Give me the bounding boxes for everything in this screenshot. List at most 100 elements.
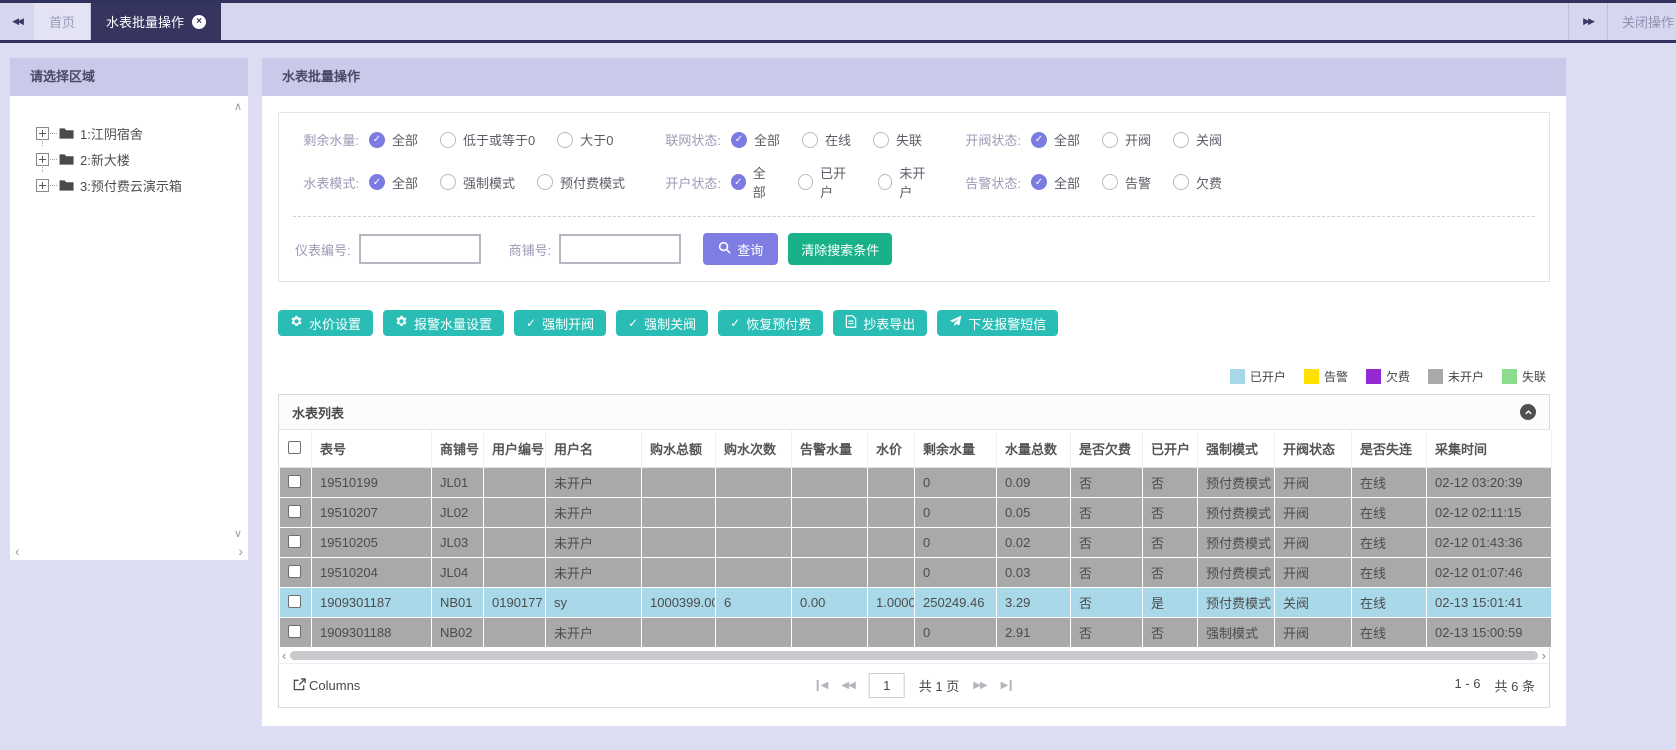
- action-button[interactable]: ✓强制开阀: [514, 310, 606, 336]
- last-page-icon[interactable]: ▶: [1001, 680, 1012, 691]
- column-header[interactable]: 已开户: [1143, 430, 1198, 468]
- radio-option[interactable]: 未开户: [878, 163, 935, 201]
- table-row[interactable]: 19510205JL03未开户00.02否否预付费模式开阀在线02-12 01:…: [280, 528, 1552, 558]
- column-header[interactable]: 水量总数: [997, 430, 1071, 468]
- radio-icon[interactable]: [878, 174, 893, 190]
- radio-option[interactable]: 开阀: [1102, 130, 1151, 149]
- meter-no-input[interactable]: [359, 234, 481, 264]
- radio-icon[interactable]: [557, 132, 573, 148]
- tree-node[interactable]: 3:预付费云演示箱: [36, 172, 248, 198]
- scroll-down-icon[interactable]: ∨: [234, 529, 242, 540]
- radio-option[interactable]: 预付费模式: [537, 173, 625, 192]
- action-button[interactable]: 报警水量设置: [383, 310, 504, 336]
- shop-no-input[interactable]: [559, 234, 681, 264]
- radio-checked-icon[interactable]: ✓: [1031, 174, 1047, 190]
- columns-button[interactable]: Columns: [293, 678, 360, 694]
- action-button[interactable]: 抄表导出: [833, 310, 927, 336]
- column-header[interactable]: 水价: [868, 430, 915, 468]
- radio-option[interactable]: 大于0: [557, 130, 613, 149]
- row-checkbox[interactable]: [288, 535, 301, 548]
- radio-option[interactable]: ✓全部: [731, 163, 776, 201]
- scroll-left-icon[interactable]: ‹: [282, 649, 286, 662]
- radio-icon[interactable]: [440, 132, 456, 148]
- radio-icon[interactable]: [537, 174, 553, 190]
- column-header[interactable]: 购水次数: [716, 430, 792, 468]
- water-price-button[interactable]: 水价设置: [278, 310, 373, 336]
- radio-icon[interactable]: [802, 132, 818, 148]
- radio-icon[interactable]: [1173, 174, 1189, 190]
- radio-icon[interactable]: [1173, 132, 1189, 148]
- radio-icon[interactable]: [1102, 174, 1118, 190]
- tree-node[interactable]: 2:新大楼: [36, 146, 248, 172]
- tab-close-icon[interactable]: ×: [192, 15, 206, 29]
- next-page-icon[interactable]: ▶▶: [973, 680, 986, 691]
- tree-node[interactable]: 1:江阴宿舍: [36, 120, 248, 146]
- select-all-checkbox[interactable]: [288, 441, 301, 454]
- table-row[interactable]: 19510207JL02未开户00.05否否预付费模式开阀在线02-12 02:…: [280, 498, 1552, 528]
- column-header[interactable]: 告警水量: [792, 430, 868, 468]
- column-header[interactable]: 用户名: [546, 430, 642, 468]
- query-button[interactable]: 查询: [703, 233, 778, 265]
- scroll-left-icon[interactable]: ‹: [15, 544, 20, 558]
- table-row[interactable]: 19510199JL01未开户00.09否否预付费模式开阀在线02-12 03:…: [280, 468, 1552, 498]
- column-header[interactable]: 表号: [312, 430, 432, 468]
- radio-option[interactable]: 强制模式: [440, 173, 515, 192]
- column-header[interactable]: 开阀状态: [1275, 430, 1352, 468]
- scrollbar-thumb[interactable]: [290, 651, 1537, 660]
- clear-search-button[interactable]: 清除搜索条件: [788, 233, 892, 265]
- radio-option[interactable]: ✓全部: [1031, 130, 1080, 149]
- radio-option[interactable]: 在线: [802, 130, 851, 149]
- radio-option[interactable]: 低于或等于0: [440, 130, 535, 149]
- column-header[interactable]: 剩余水量: [915, 430, 997, 468]
- table-toolbar-icon[interactable]: [1520, 404, 1536, 420]
- column-header[interactable]: 是否失连: [1352, 430, 1427, 468]
- radio-option[interactable]: 告警: [1102, 173, 1151, 192]
- column-header[interactable]: 用户编号: [484, 430, 546, 468]
- expand-icon[interactable]: [36, 179, 49, 192]
- radio-option[interactable]: ✓全部: [1031, 173, 1080, 192]
- scroll-tabs-left-button[interactable]: ◀◀: [0, 3, 34, 40]
- scroll-right-icon[interactable]: ›: [1542, 649, 1546, 662]
- action-button[interactable]: 下发报警短信: [937, 310, 1058, 336]
- expand-icon[interactable]: [36, 153, 49, 166]
- radio-icon[interactable]: [1102, 132, 1118, 148]
- column-header[interactable]: 强制模式: [1198, 430, 1275, 468]
- scroll-up-icon[interactable]: ∧: [234, 102, 242, 113]
- horizontal-scrollbar[interactable]: ‹ ›: [279, 648, 1549, 663]
- row-checkbox[interactable]: [288, 505, 301, 518]
- radio-checked-icon[interactable]: ✓: [731, 132, 747, 148]
- row-checkbox[interactable]: [288, 595, 301, 608]
- table-row[interactable]: 19510204JL04未开户00.03否否预付费模式开阀在线02-12 01:…: [280, 558, 1552, 588]
- action-button[interactable]: ✓恢复预付费: [718, 310, 823, 336]
- tab-water-meter-batch[interactable]: 水表批量操作 ×: [91, 3, 221, 40]
- radio-checked-icon[interactable]: ✓: [731, 174, 746, 190]
- scroll-tabs-right-button[interactable]: ▶▶: [1583, 16, 1593, 27]
- radio-option[interactable]: ✓全部: [731, 130, 780, 149]
- radio-icon[interactable]: [798, 174, 813, 190]
- radio-option[interactable]: 失联: [873, 130, 922, 149]
- radio-option[interactable]: 已开户: [798, 163, 855, 201]
- radio-checked-icon[interactable]: ✓: [1031, 132, 1047, 148]
- first-page-icon[interactable]: ◀: [817, 680, 828, 691]
- page-number-input[interactable]: [869, 673, 905, 698]
- action-button[interactable]: ✓强制关阀: [616, 310, 708, 336]
- column-header[interactable]: 是否欠费: [1071, 430, 1143, 468]
- radio-option[interactable]: ✓全部: [369, 173, 418, 192]
- radio-option[interactable]: 欠费: [1173, 173, 1222, 192]
- radio-option[interactable]: ✓全部: [369, 130, 418, 149]
- radio-icon[interactable]: [873, 132, 889, 148]
- table-row[interactable]: 1909301187NB010190177sy1000399.0060.001.…: [280, 588, 1552, 618]
- prev-page-icon[interactable]: ◀◀: [841, 680, 854, 691]
- table-row[interactable]: 1909301188NB02未开户02.91否否强制模式开阀在线02-13 15…: [280, 618, 1552, 648]
- column-header[interactable]: 采集时间: [1427, 430, 1552, 468]
- scroll-right-icon[interactable]: ›: [238, 544, 243, 558]
- column-header[interactable]: 商铺号: [432, 430, 484, 468]
- row-checkbox[interactable]: [288, 475, 301, 488]
- radio-option[interactable]: 关阀: [1173, 130, 1222, 149]
- radio-icon[interactable]: [440, 174, 456, 190]
- row-checkbox[interactable]: [288, 625, 301, 638]
- column-header[interactable]: 购水总额: [642, 430, 716, 468]
- radio-checked-icon[interactable]: ✓: [369, 132, 385, 148]
- radio-checked-icon[interactable]: ✓: [369, 174, 385, 190]
- expand-icon[interactable]: [36, 127, 49, 140]
